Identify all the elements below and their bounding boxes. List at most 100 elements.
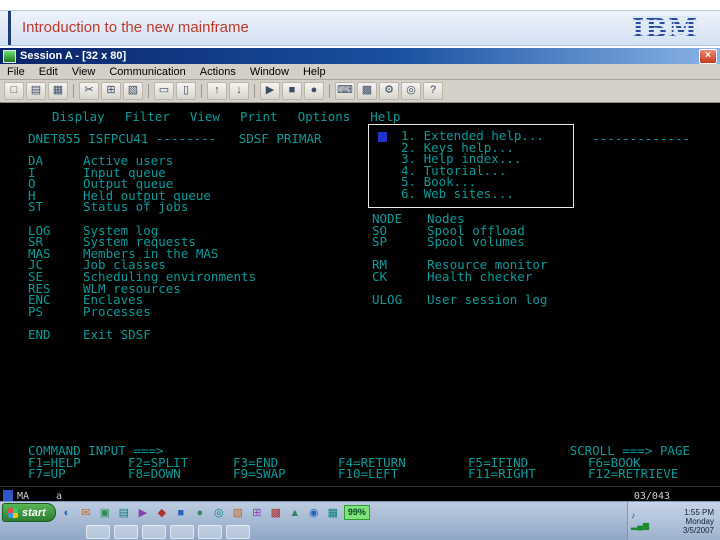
clock[interactable]: 1:55 PM Monday 3/5/2007: [683, 508, 714, 535]
window-title: Session A - [32 x 80]: [20, 50, 127, 62]
menu-edit[interactable]: Edit: [32, 66, 65, 78]
panel-title-line: DNET855 ISFPCU41 -------- SDSF PRIMAR --…: [0, 131, 720, 146]
menu-file[interactable]: File: [0, 66, 32, 78]
desktop-icon[interactable]: ▣: [97, 505, 113, 521]
sdsf-option-rows: DA Active users I Input queue O Output queu…: [0, 154, 720, 342]
taskbar-window-button[interactable]: [86, 524, 110, 539]
ibm-logo: IBM: [632, 14, 698, 44]
menu-bar: File Edit View Communication Actions Win…: [0, 64, 720, 80]
taskbar-window-button[interactable]: [170, 524, 194, 539]
toolbar-separator: [254, 84, 255, 98]
slide-title: Introduction to the new mainframe: [22, 19, 249, 36]
scroll-indicator: SCROLL ===> PAGE: [569, 443, 690, 459]
cut-icon[interactable]: ✂: [79, 82, 99, 100]
menu-actions[interactable]: Actions: [193, 66, 243, 78]
option-row: ST Status of jobs: [28, 199, 189, 215]
fkey-f10: F10=LEFT: [338, 466, 399, 482]
messenger-icon[interactable]: ●: [192, 505, 208, 521]
clock-day: Monday: [685, 516, 714, 526]
print-icon[interactable]: ▭: [154, 82, 174, 100]
clock-date: 3/5/2007: [682, 525, 714, 535]
new-session-icon[interactable]: □: [4, 82, 24, 100]
settings-icon[interactable]: ⚙: [379, 82, 399, 100]
print-screen-icon[interactable]: ▯: [176, 82, 196, 100]
receive-file-icon[interactable]: ↓: [229, 82, 249, 100]
antivirus-icon[interactable]: ◉: [306, 505, 322, 521]
zoom-icon[interactable]: ◎: [401, 82, 421, 100]
help-dropdown: 1. Extended help... 2. Keys help... 3. H…: [368, 124, 574, 208]
toolbar: □ ▤ ▦ ✂ ⊞ ▧ ▭ ▯ ↑ ↓ ▶ ■ ● ⌨ ▩ ⚙ ◎ ?: [0, 80, 720, 103]
fkey-f8: F8=DOWN: [128, 466, 181, 482]
battery-indicator[interactable]: 99%: [343, 505, 370, 520]
window-titlebar[interactable]: Session A - [32 x 80] ×: [0, 48, 720, 64]
fkey-f11: F11=RIGHT: [468, 466, 536, 482]
save-icon[interactable]: ▦: [48, 82, 68, 100]
email-icon[interactable]: ✉: [78, 505, 94, 521]
signal-icon[interactable]: ▂▄▆: [631, 522, 649, 530]
open-file-icon[interactable]: ▤: [26, 82, 46, 100]
taskbar-row-2: [0, 523, 720, 540]
connection-status-icon: [3, 490, 13, 501]
panel-title-right-dashes: -------------: [592, 131, 690, 146]
close-button[interactable]: ×: [699, 48, 717, 64]
sdsf-menu-help[interactable]: Help: [370, 110, 400, 123]
start-button[interactable]: start: [2, 503, 56, 522]
command-input-row[interactable]: COMMAND INPUT ===> SCROLL ===> PAGE: [28, 445, 692, 457]
command-area: COMMAND INPUT ===> SCROLL ===> PAGE F1=H…: [28, 445, 692, 480]
documents-icon[interactable]: ◆: [154, 505, 170, 521]
sdsf-action-bar: Display Filter View Print Options Help: [52, 110, 720, 123]
sdsf-menu-view[interactable]: View: [190, 110, 220, 123]
start-button-label: start: [22, 506, 46, 519]
toolbar-separator: [329, 84, 330, 98]
terminal-screen[interactable]: Display Filter View Print Options Help D…: [0, 103, 720, 486]
panel-title-left: DNET855 ISFPCU41 -------- SDSF PRIMAR: [28, 131, 322, 146]
menu-window[interactable]: Window: [243, 66, 296, 78]
sdsf-menu-options[interactable]: Options: [298, 110, 351, 123]
header-accent-bar: [8, 11, 11, 45]
color-map-icon[interactable]: ▩: [357, 82, 377, 100]
sdsf-menu-print[interactable]: Print: [240, 110, 278, 123]
windows-flag-icon: [8, 507, 18, 518]
fkey-row-2: F7=UP F8=DOWN F9=SWAP F10=LEFT F11=RIGHT…: [28, 468, 692, 480]
copy-icon[interactable]: ⊞: [101, 82, 121, 100]
paste-icon[interactable]: ▧: [123, 82, 143, 100]
play-macro-icon[interactable]: ▶: [260, 82, 280, 100]
menu-view[interactable]: View: [65, 66, 103, 78]
calculator-icon[interactable]: ⊞: [249, 505, 265, 521]
stop-macro-icon[interactable]: ■: [282, 82, 302, 100]
selection-cursor-block: [378, 132, 387, 142]
send-file-icon[interactable]: ↑: [207, 82, 227, 100]
media-player-icon[interactable]: ▶: [135, 505, 151, 521]
clock-time: 1:55 PM: [684, 507, 714, 517]
help-icon[interactable]: ?: [423, 82, 443, 100]
network-places-icon[interactable]: ▦: [325, 505, 341, 521]
help-item-web-sites[interactable]: 6. Web sites...: [401, 187, 573, 200]
record-macro-icon[interactable]: ●: [304, 82, 324, 100]
sdsf-menu-filter[interactable]: Filter: [125, 110, 170, 123]
taskbar-window-button[interactable]: [142, 524, 166, 539]
toolbar-separator: [148, 84, 149, 98]
volume-icon[interactable]: ♪: [631, 512, 649, 520]
taskbar-row-1: start ◐ ✉ ▣ ▤ ▶ ◆ ■ ● ◎ ▧ ⊞ ▩ ▲ ◉ ▦ 99%: [0, 502, 720, 523]
session-app-icon: [3, 49, 16, 63]
taskbar-window-button[interactable]: [114, 524, 138, 539]
menu-help[interactable]: Help: [296, 66, 333, 78]
sdsf-menu-display[interactable]: Display: [52, 110, 105, 123]
terminal-icon[interactable]: ■: [173, 505, 189, 521]
keyboard-map-icon[interactable]: ⌨: [335, 82, 355, 100]
option-row: END Exit SDSF: [28, 326, 151, 342]
option-row: PS Processes: [28, 303, 151, 319]
notes-icon[interactable]: ▧: [230, 505, 246, 521]
fkey-f9: F9=SWAP: [233, 466, 286, 482]
command-input-label[interactable]: COMMAND INPUT ===>: [28, 445, 163, 457]
internet-icon[interactable]: ◐: [59, 505, 75, 521]
toolbar-separator: [73, 84, 74, 98]
menu-communication[interactable]: Communication: [102, 66, 192, 78]
taskbar-window-button[interactable]: [226, 524, 250, 539]
update-icon[interactable]: ▲: [287, 505, 303, 521]
taskbar-window-button[interactable]: [198, 524, 222, 539]
paint-icon[interactable]: ▩: [268, 505, 284, 521]
explorer-icon[interactable]: ▤: [116, 505, 132, 521]
session-window: Session A - [32 x 80] × File Edit View C…: [0, 48, 720, 505]
search-icon[interactable]: ◎: [211, 505, 227, 521]
